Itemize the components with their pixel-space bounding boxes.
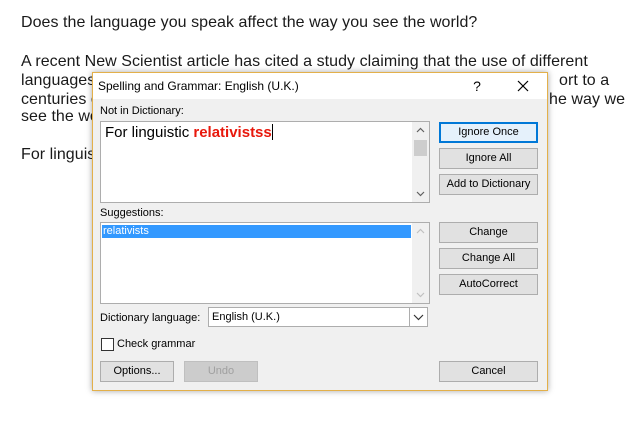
help-button[interactable]: ? (465, 76, 489, 96)
dictionary-language-select[interactable]: English (U.K.) (208, 307, 428, 327)
autocorrect-button[interactable]: AutoCorrect (439, 274, 538, 295)
dialog-titlebar[interactable]: Spelling and Grammar: English (U.K.) ? (93, 73, 547, 99)
close-icon (517, 80, 529, 92)
scroll-up-icon[interactable] (416, 227, 425, 236)
ignore-all-button[interactable]: Ignore All (439, 148, 538, 169)
sentence-normal-text: For linguistic (105, 124, 194, 141)
cancel-button[interactable]: Cancel (439, 361, 538, 382)
suggestion-item[interactable]: relativists (102, 225, 411, 238)
spelling-grammar-dialog: Spelling and Grammar: English (U.K.) ? N… (92, 72, 548, 391)
dictionary-language-label: Dictionary language: (100, 312, 201, 324)
not-in-dictionary-label: Not in Dictionary: (100, 105, 184, 117)
sentence-text: For linguistic relativistss (105, 124, 273, 141)
text-caret (271, 124, 273, 140)
misspelled-word: relativistss (193, 124, 272, 141)
scroll-down-icon[interactable] (416, 189, 425, 198)
scroll-up-icon[interactable] (416, 126, 425, 135)
doc-line-4-left: centuries o (21, 91, 100, 108)
not-in-dictionary-textbox[interactable]: For linguistic relativistss (100, 121, 430, 203)
doc-line-2: A recent New Scientist article has cited… (21, 53, 588, 70)
change-button[interactable]: Change (439, 222, 538, 243)
doc-line-3-left: languages (21, 72, 96, 89)
check-grammar-label[interactable]: Check grammar (117, 338, 195, 350)
doc-line-5-left: see the wo (21, 108, 99, 125)
dropdown-arrow[interactable] (409, 308, 427, 326)
close-button[interactable] (509, 76, 537, 96)
scrollbar-thumb[interactable] (414, 140, 427, 156)
textbox-scrollbar[interactable] (412, 122, 429, 202)
doc-line-4-right: he way we (549, 91, 626, 108)
suggestions-label: Suggestions: (100, 207, 164, 219)
suggestions-listbox[interactable]: relativists (100, 222, 430, 304)
undo-button[interactable]: Undo (184, 361, 258, 382)
doc-line-6-left: For linguis (21, 146, 96, 163)
dialog-title: Spelling and Grammar: English (U.K.) (98, 79, 299, 93)
options-button[interactable]: Options... (100, 361, 174, 382)
dictionary-language-value: English (U.K.) (212, 311, 280, 323)
suggestions-scrollbar[interactable] (412, 223, 429, 303)
check-grammar-checkbox[interactable] (101, 338, 114, 351)
ignore-once-button[interactable]: Ignore Once (439, 122, 538, 143)
scroll-down-icon[interactable] (416, 290, 425, 299)
doc-line-3-right: ort to a (559, 72, 610, 89)
add-to-dictionary-button[interactable]: Add to Dictionary (439, 174, 538, 195)
doc-line-1: Does the language you speak affect the w… (21, 14, 478, 31)
change-all-button[interactable]: Change All (439, 248, 538, 269)
chevron-down-icon (413, 314, 424, 321)
